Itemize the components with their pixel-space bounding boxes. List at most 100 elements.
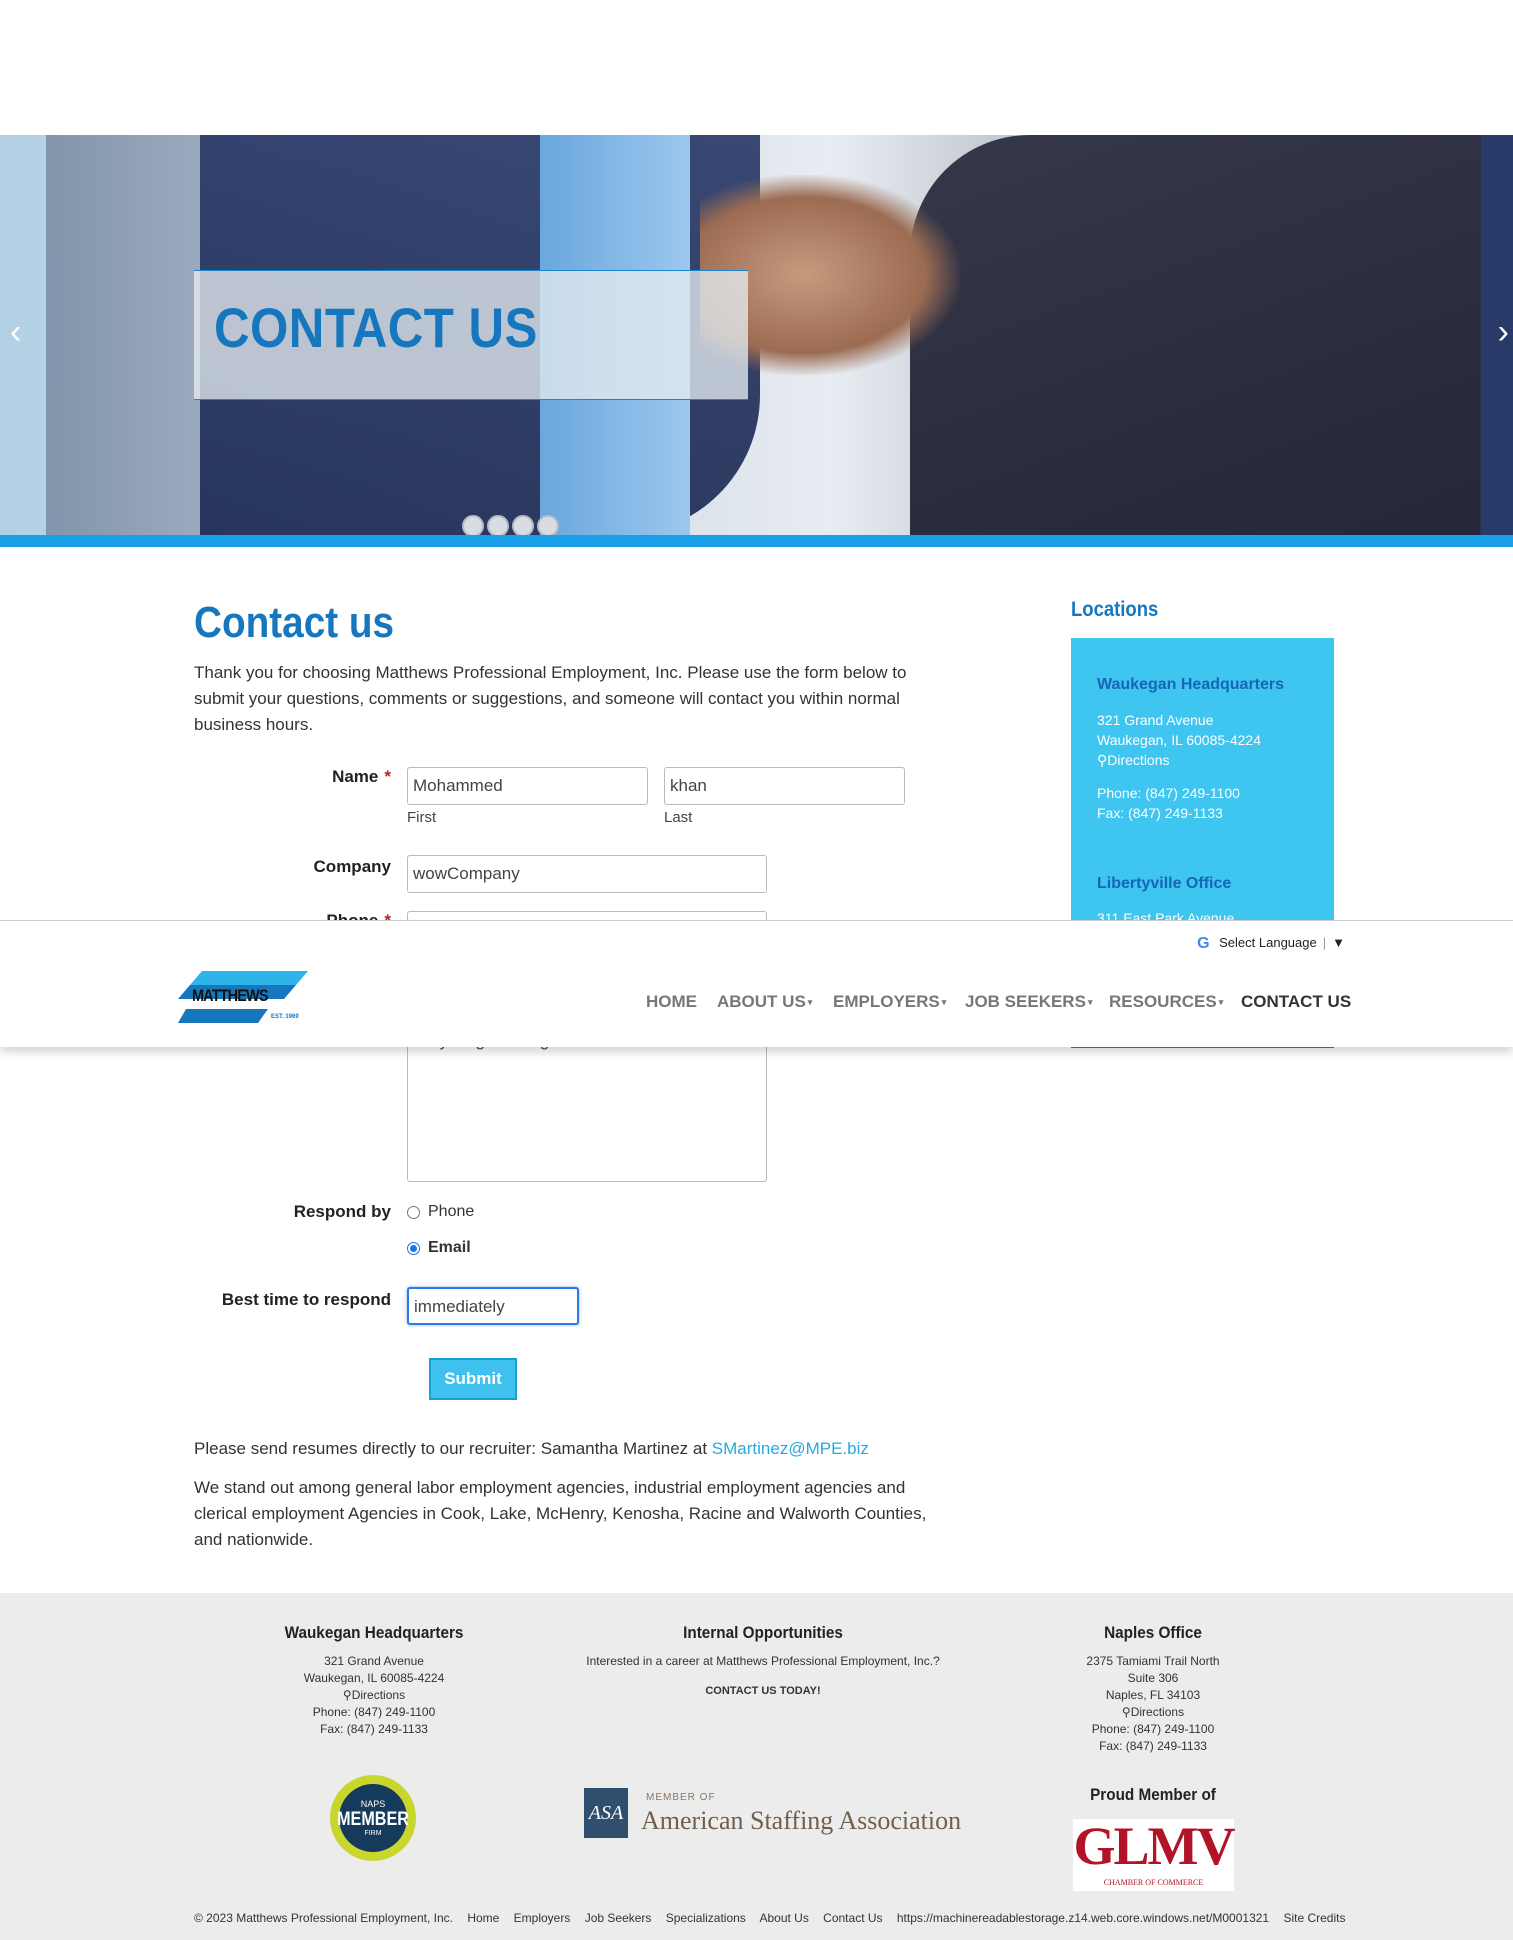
page-title: Contact us: [194, 598, 395, 647]
map-pin-icon: ⚲: [1121, 1705, 1131, 1719]
footer-link-specializations[interactable]: Specializations: [666, 1911, 746, 1925]
carousel-dot[interactable]: [537, 515, 559, 535]
nav-home[interactable]: HOME: [646, 992, 697, 1012]
naps-top-text: NAPS: [360, 1799, 386, 1809]
asa-member-of: MEMBER OF: [646, 1792, 716, 1803]
carousel-prev-icon[interactable]: ‹: [10, 313, 21, 352]
hero-banner: ‹ › CONTACT US: [0, 135, 1513, 535]
footer-hq-directions-link[interactable]: ⚲Directions: [254, 1687, 494, 1704]
hq-fax: Fax: (847) 249-1133: [1097, 805, 1223, 821]
office2-name: Libertyville Office: [1097, 875, 1232, 892]
glmv-sub: CHAMBER OF COMMERCE: [1103, 1878, 1204, 1887]
best-time-input[interactable]: immediately: [407, 1287, 579, 1325]
respond-phone-option[interactable]: Phone: [407, 1203, 474, 1221]
respond-email-radio[interactable]: [407, 1241, 420, 1255]
hero-suit-right: [910, 135, 1480, 535]
respond-by-label: Respond by: [293, 1202, 391, 1221]
hq-directions-link[interactable]: ⚲Directions: [1097, 750, 1170, 770]
footer-hq-line: 321 Grand Avenue: [324, 1654, 424, 1668]
last-sublabel: Last: [664, 809, 693, 826]
footer-naples-line: Naples, FL 34103: [1105, 1688, 1201, 1702]
hq-address-1: 321 Grand Avenue: [1097, 712, 1214, 728]
last-name-input[interactable]: khan: [664, 767, 905, 805]
respond-email-label: Email: [428, 1239, 471, 1256]
hq-name: Waukegan Headquarters: [1097, 676, 1285, 693]
intro-text: Thank you for choosing Matthews Professi…: [194, 663, 907, 734]
carousel-dot[interactable]: [487, 515, 509, 535]
caret-down-icon: ▾: [1218, 997, 1224, 1008]
nav-employers[interactable]: EMPLOYERS ▾: [833, 992, 946, 1012]
footer-opportunities: Internal Opportunities Interested in a c…: [563, 1624, 963, 1700]
hero-accent-bar: [0, 535, 1513, 547]
nav-contact-us[interactable]: CONTACT US: [1241, 992, 1351, 1012]
submit-button[interactable]: Submit: [429, 1358, 517, 1400]
copyright-text: © 2023 Matthews Professional Employment,…: [194, 1911, 453, 1925]
footer-link-about-us[interactable]: About Us: [759, 1911, 808, 1925]
recruiter-email-link[interactable]: SMartinez@MPE.biz: [712, 1439, 869, 1458]
company-input[interactable]: wowCompany: [407, 855, 767, 893]
asa-mark: ASA: [584, 1788, 628, 1838]
proud-member-heading: Proud Member of: [1090, 1785, 1216, 1804]
first-name-input[interactable]: Mohammed: [407, 767, 648, 805]
locations-title: Locations: [1071, 598, 1159, 621]
hero-title: CONTACT US: [214, 296, 538, 359]
asa-logo[interactable]: ASA MEMBER OF American Staffing Associat…: [584, 1788, 961, 1840]
hq-address-2: Waukegan, IL 60085-4224: [1097, 732, 1261, 748]
footer-naples-heading: Naples Office: [1104, 1623, 1202, 1642]
footer-contact-cta[interactable]: CONTACT US TODAY!: [563, 1683, 963, 1700]
nav-about-us[interactable]: ABOUT US ▾: [717, 992, 812, 1012]
asa-name: American Staffing Association: [641, 1806, 962, 1835]
footer-opportunities-heading: Internal Opportunities: [683, 1623, 843, 1642]
company-label: Company: [313, 857, 391, 876]
footer-hq-line: Fax: (847) 249-1133: [320, 1722, 428, 1736]
naps-member-badge[interactable]: NAPS MEMBER FIRM: [330, 1775, 416, 1861]
respond-phone-label: Phone: [428, 1203, 475, 1220]
footer-hq-line: Phone: (847) 249-1100: [312, 1705, 436, 1719]
carousel-dot[interactable]: [512, 515, 534, 535]
footer-naples-line: Suite 306: [1127, 1671, 1179, 1685]
logo-text: MATTHEWS: [192, 986, 268, 1005]
map-pin-icon: ⚲: [1097, 752, 1108, 768]
footer-link-url[interactable]: https://machinereadablestorage.z14.web.c…: [897, 1911, 1269, 1925]
carousel-dot[interactable]: [462, 515, 484, 535]
naps-main-text: MEMBER: [337, 1809, 409, 1830]
footer-naples: Naples Office 2375 Tamiami Trail North S…: [1033, 1624, 1273, 1755]
footer-hq-line: Waukegan, IL 60085-4224: [303, 1671, 445, 1685]
first-sublabel: First: [407, 809, 437, 826]
respond-phone-radio[interactable]: [407, 1205, 420, 1219]
footer-naples-line: 2375 Tamiami Trail North: [1086, 1654, 1220, 1668]
nav-resources[interactable]: RESOURCES ▾: [1109, 992, 1223, 1012]
footer-link-site-credits[interactable]: Site Credits: [1283, 1911, 1345, 1925]
footer-link-home[interactable]: Home: [467, 1911, 499, 1925]
footer-hq: Waukegan Headquarters 321 Grand Avenue W…: [254, 1624, 494, 1738]
google-icon: G: [1197, 934, 1210, 952]
footer-link-job-seekers[interactable]: Job Seekers: [585, 1911, 652, 1925]
footer-hq-heading: Waukegan Headquarters: [284, 1623, 464, 1642]
nav-job-seekers[interactable]: JOB SEEKERS ▾: [965, 992, 1092, 1012]
carousel-dots: [462, 515, 562, 535]
map-pin-icon: ⚲: [342, 1688, 352, 1702]
name-label: Name *: [332, 767, 391, 786]
caret-down-icon: ▾: [941, 997, 947, 1008]
footer-naples-line: Fax: (847) 249-1133: [1099, 1739, 1207, 1753]
footer-naples-line: Phone: (847) 249-1100: [1091, 1722, 1215, 1736]
standout-text: We stand out among general labor employm…: [194, 1478, 927, 1549]
language-selector[interactable]: G Select Language | ▼: [1197, 935, 1345, 952]
best-time-label: Best time to respond: [221, 1290, 391, 1309]
footer-link-contact-us[interactable]: Contact Us: [823, 1911, 882, 1925]
sticky-header: G Select Language | ▼ MATTHEWS EST. 1969 HO…: [0, 920, 1513, 1047]
caret-down-icon: ▾: [807, 997, 813, 1008]
naps-bottom-text: FIRM: [364, 1830, 382, 1837]
hq-phone: Phone: (847) 249-1100: [1097, 785, 1240, 801]
respond-email-option[interactable]: Email: [407, 1239, 471, 1257]
resumes-text: Please send resumes directly to our recr…: [194, 1439, 869, 1458]
footer-link-employers[interactable]: Employers: [514, 1911, 571, 1925]
chevron-down-icon: ▼: [1332, 935, 1345, 950]
hero-title-banner: CONTACT US: [194, 270, 748, 400]
footer-naples-directions-link[interactable]: ⚲Directions: [1033, 1704, 1273, 1721]
caret-down-icon: ▾: [1087, 997, 1093, 1008]
glmv-mark: GLMV: [1073, 1816, 1236, 1876]
matthews-logo[interactable]: MATTHEWS EST. 1969: [178, 971, 313, 1025]
glmv-logo[interactable]: GLMV CHAMBER OF COMMERCE: [1073, 1816, 1236, 1891]
carousel-next-icon[interactable]: ›: [1498, 313, 1509, 352]
